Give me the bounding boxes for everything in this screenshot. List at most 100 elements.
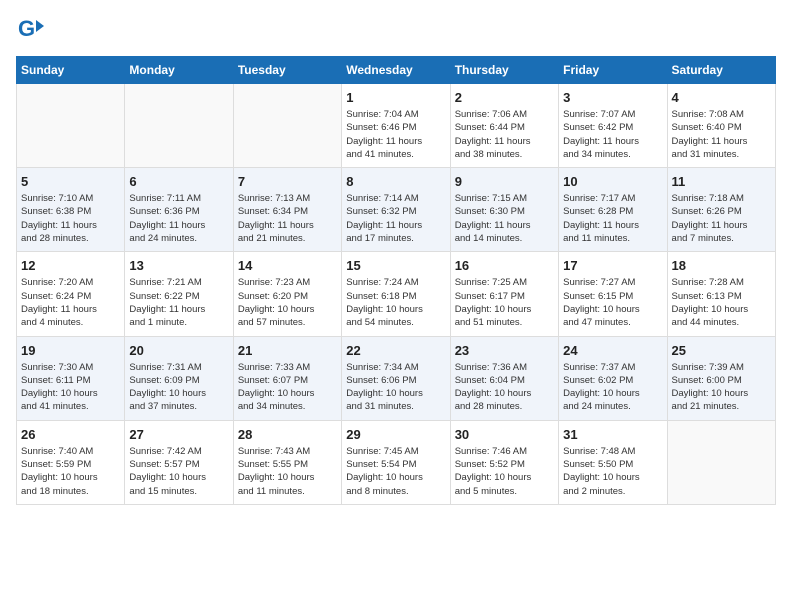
day-number: 21 xyxy=(238,343,337,358)
weekday-wednesday: Wednesday xyxy=(342,57,450,84)
day-info: Sunrise: 7:06 AM Sunset: 6:44 PM Dayligh… xyxy=(455,108,554,161)
day-info: Sunrise: 7:34 AM Sunset: 6:06 PM Dayligh… xyxy=(346,361,445,414)
day-number: 20 xyxy=(129,343,228,358)
calendar-day-cell: 3Sunrise: 7:07 AM Sunset: 6:42 PM Daylig… xyxy=(559,84,667,168)
day-number: 23 xyxy=(455,343,554,358)
calendar-day-cell: 30 Sunrise: 7:46 AM Sunset: 5:52 PM Dayli… xyxy=(450,420,558,504)
day-number: 1 xyxy=(346,90,445,105)
calendar-day-cell: 18 Sunrise: 7:28 AM Sunset: 6:13 PM Dayli… xyxy=(667,252,775,336)
day-info: Sunrise: 7:21 AM Sunset: 6:22 PM Dayligh… xyxy=(129,276,228,329)
day-info: Sunrise: 7:31 AM Sunset: 6:09 PM Dayligh… xyxy=(129,361,228,414)
day-info: Sunrise: 7:23 AM Sunset: 6:20 PM Dayligh… xyxy=(238,276,337,329)
day-number: 12 xyxy=(21,258,120,273)
day-info: Sunrise: 7:04 AM Sunset: 6:46 PM Dayligh… xyxy=(346,108,445,161)
calendar-day-cell: 5Sunrise: 7:10 AM Sunset: 6:38 PM Daylig… xyxy=(17,168,125,252)
day-info: Sunrise: 7:25 AM Sunset: 6:17 PM Dayligh… xyxy=(455,276,554,329)
day-info: Sunrise: 7:33 AM Sunset: 6:07 PM Dayligh… xyxy=(238,361,337,414)
calendar-day-cell: 31 Sunrise: 7:48 AM Sunset: 5:50 PM Dayli… xyxy=(559,420,667,504)
calendar-day-cell xyxy=(17,84,125,168)
calendar-day-cell: 8 Sunrise: 7:14 AM Sunset: 6:32 PM Daylig… xyxy=(342,168,450,252)
day-info: Sunrise: 7:40 AM Sunset: 5:59 PM Dayligh… xyxy=(21,445,120,498)
day-info: Sunrise: 7:14 AM Sunset: 6:32 PM Dayligh… xyxy=(346,192,445,245)
calendar-day-cell: 25 Sunrise: 7:39 AM Sunset: 6:00 PM Dayli… xyxy=(667,336,775,420)
calendar-day-cell: 29 Sunrise: 7:45 AM Sunset: 5:54 PM Dayli… xyxy=(342,420,450,504)
day-number: 25 xyxy=(672,343,771,358)
day-number: 3 xyxy=(563,90,662,105)
calendar-day-cell: 13 Sunrise: 7:21 AM Sunset: 6:22 PM Dayli… xyxy=(125,252,233,336)
day-number: 7 xyxy=(238,174,337,189)
day-number: 22 xyxy=(346,343,445,358)
day-info: Sunrise: 7:24 AM Sunset: 6:18 PM Dayligh… xyxy=(346,276,445,329)
calendar-day-cell: 12 Sunrise: 7:20 AM Sunset: 6:24 PM Dayli… xyxy=(17,252,125,336)
calendar-day-cell: 2 Sunrise: 7:06 AM Sunset: 6:44 PM Daylig… xyxy=(450,84,558,168)
calendar-day-cell: 22 Sunrise: 7:34 AM Sunset: 6:06 PM Dayli… xyxy=(342,336,450,420)
calendar-day-cell: 6Sunrise: 7:11 AM Sunset: 6:36 PM Daylig… xyxy=(125,168,233,252)
logo-icon: G xyxy=(16,16,44,44)
calendar-week-row: 26 Sunrise: 7:40 AM Sunset: 5:59 PM Dayli… xyxy=(17,420,776,504)
weekday-friday: Friday xyxy=(559,57,667,84)
calendar-day-cell: 28Sunrise: 7:43 AM Sunset: 5:55 PM Dayli… xyxy=(233,420,341,504)
calendar-day-cell: 21 Sunrise: 7:33 AM Sunset: 6:07 PM Dayli… xyxy=(233,336,341,420)
day-number: 5 xyxy=(21,174,120,189)
calendar-day-cell: 4 Sunrise: 7:08 AM Sunset: 6:40 PM Daylig… xyxy=(667,84,775,168)
calendar-day-cell: 15 Sunrise: 7:24 AM Sunset: 6:18 PM Dayli… xyxy=(342,252,450,336)
day-number: 6 xyxy=(129,174,228,189)
day-number: 26 xyxy=(21,427,120,442)
calendar-day-cell xyxy=(125,84,233,168)
calendar-week-row: 19 Sunrise: 7:30 AM Sunset: 6:11 PM Dayli… xyxy=(17,336,776,420)
calendar-week-row: 5Sunrise: 7:10 AM Sunset: 6:38 PM Daylig… xyxy=(17,168,776,252)
day-info: Sunrise: 7:46 AM Sunset: 5:52 PM Dayligh… xyxy=(455,445,554,498)
day-number: 19 xyxy=(21,343,120,358)
day-number: 18 xyxy=(672,258,771,273)
day-info: Sunrise: 7:20 AM Sunset: 6:24 PM Dayligh… xyxy=(21,276,120,329)
day-info: Sunrise: 7:08 AM Sunset: 6:40 PM Dayligh… xyxy=(672,108,771,161)
svg-text:G: G xyxy=(18,16,35,41)
weekday-saturday: Saturday xyxy=(667,57,775,84)
calendar-day-cell: 14Sunrise: 7:23 AM Sunset: 6:20 PM Dayli… xyxy=(233,252,341,336)
day-info: Sunrise: 7:27 AM Sunset: 6:15 PM Dayligh… xyxy=(563,276,662,329)
calendar-day-cell: 17 Sunrise: 7:27 AM Sunset: 6:15 PM Dayli… xyxy=(559,252,667,336)
calendar-day-cell: 27 Sunrise: 7:42 AM Sunset: 5:57 PM Dayli… xyxy=(125,420,233,504)
day-info: Sunrise: 7:37 AM Sunset: 6:02 PM Dayligh… xyxy=(563,361,662,414)
day-number: 15 xyxy=(346,258,445,273)
logo: G xyxy=(16,16,48,44)
day-info: Sunrise: 7:36 AM Sunset: 6:04 PM Dayligh… xyxy=(455,361,554,414)
day-info: Sunrise: 7:42 AM Sunset: 5:57 PM Dayligh… xyxy=(129,445,228,498)
day-number: 30 xyxy=(455,427,554,442)
calendar-day-cell: 20 Sunrise: 7:31 AM Sunset: 6:09 PM Dayli… xyxy=(125,336,233,420)
day-number: 13 xyxy=(129,258,228,273)
calendar-day-cell: 10 Sunrise: 7:17 AM Sunset: 6:28 PM Dayli… xyxy=(559,168,667,252)
day-number: 27 xyxy=(129,427,228,442)
day-info: Sunrise: 7:48 AM Sunset: 5:50 PM Dayligh… xyxy=(563,445,662,498)
calendar-day-cell: 1 Sunrise: 7:04 AM Sunset: 6:46 PM Daylig… xyxy=(342,84,450,168)
day-number: 9 xyxy=(455,174,554,189)
day-info: Sunrise: 7:15 AM Sunset: 6:30 PM Dayligh… xyxy=(455,192,554,245)
weekday-thursday: Thursday xyxy=(450,57,558,84)
page-header: G xyxy=(16,16,776,44)
calendar-day-cell: 24 Sunrise: 7:37 AM Sunset: 6:02 PM Dayli… xyxy=(559,336,667,420)
weekday-monday: Monday xyxy=(125,57,233,84)
calendar-day-cell: 11Sunrise: 7:18 AM Sunset: 6:26 PM Dayli… xyxy=(667,168,775,252)
day-info: Sunrise: 7:30 AM Sunset: 6:11 PM Dayligh… xyxy=(21,361,120,414)
day-number: 8 xyxy=(346,174,445,189)
day-number: 17 xyxy=(563,258,662,273)
calendar-table: SundayMondayTuesdayWednesdayThursdayFrid… xyxy=(16,56,776,505)
calendar-day-cell: 26 Sunrise: 7:40 AM Sunset: 5:59 PM Dayli… xyxy=(17,420,125,504)
weekday-header-row: SundayMondayTuesdayWednesdayThursdayFrid… xyxy=(17,57,776,84)
calendar-day-cell: 23 Sunrise: 7:36 AM Sunset: 6:04 PM Dayli… xyxy=(450,336,558,420)
day-number: 4 xyxy=(672,90,771,105)
day-number: 24 xyxy=(563,343,662,358)
day-number: 31 xyxy=(563,427,662,442)
day-number: 29 xyxy=(346,427,445,442)
day-number: 10 xyxy=(563,174,662,189)
day-info: Sunrise: 7:45 AM Sunset: 5:54 PM Dayligh… xyxy=(346,445,445,498)
weekday-sunday: Sunday xyxy=(17,57,125,84)
day-info: Sunrise: 7:13 AM Sunset: 6:34 PM Dayligh… xyxy=(238,192,337,245)
calendar-day-cell: 9 Sunrise: 7:15 AM Sunset: 6:30 PM Daylig… xyxy=(450,168,558,252)
day-info: Sunrise: 7:39 AM Sunset: 6:00 PM Dayligh… xyxy=(672,361,771,414)
day-number: 2 xyxy=(455,90,554,105)
day-info: Sunrise: 7:28 AM Sunset: 6:13 PM Dayligh… xyxy=(672,276,771,329)
day-info: Sunrise: 7:43 AM Sunset: 5:55 PM Dayligh… xyxy=(238,445,337,498)
day-number: 16 xyxy=(455,258,554,273)
day-info: Sunrise: 7:17 AM Sunset: 6:28 PM Dayligh… xyxy=(563,192,662,245)
